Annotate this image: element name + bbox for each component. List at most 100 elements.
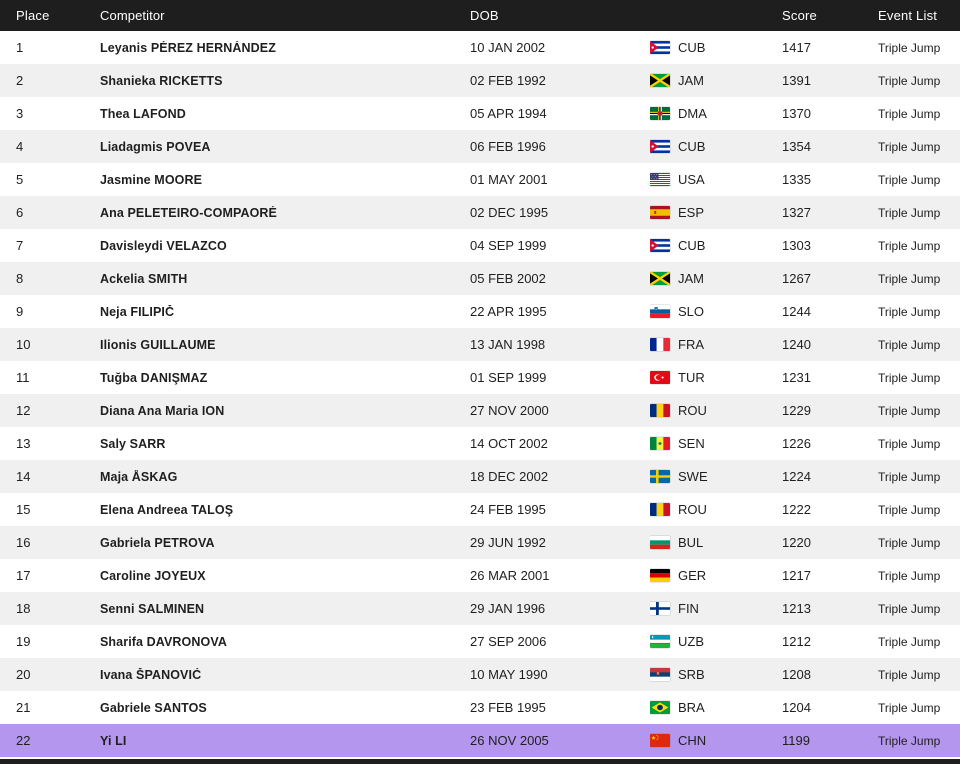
score-cell: 1327 bbox=[782, 205, 878, 220]
table-row[interactable]: 14 Maja ÅSKAG 18 DEC 2002 SWE 1224 Tripl… bbox=[0, 460, 960, 493]
event-cell: Triple Jump bbox=[878, 371, 960, 385]
competitor-name: Maja ÅSKAG bbox=[100, 470, 470, 484]
table-row[interactable]: 9 Neja FILIPIČ 22 APR 1995 SLO 1244 Trip… bbox=[0, 295, 960, 328]
table-row[interactable]: 3 Thea LAFOND 05 APR 1994 DMA 1370 Tripl… bbox=[0, 97, 960, 130]
table-row[interactable]: 5 Jasmine MOORE 01 MAY 2001 USA 1335 Tri… bbox=[0, 163, 960, 196]
score-cell: 1213 bbox=[782, 601, 878, 616]
flag-icon-chn bbox=[650, 734, 670, 747]
score-cell: 1417 bbox=[782, 40, 878, 55]
place-cell: 7 bbox=[0, 238, 100, 253]
flag-icon-cub bbox=[650, 41, 670, 54]
country-code: GER bbox=[678, 568, 706, 583]
score-cell: 1335 bbox=[782, 172, 878, 187]
place-cell: 8 bbox=[0, 271, 100, 286]
place-cell: 3 bbox=[0, 106, 100, 121]
table-row[interactable]: 21 Gabriele SANTOS 23 FEB 1995 BRA 1204 … bbox=[0, 691, 960, 724]
place-cell: 22 bbox=[0, 733, 100, 748]
table-row[interactable]: 18 Senni SALMINEN 29 JAN 1996 FIN 1213 T… bbox=[0, 592, 960, 625]
dob-cell: 26 NOV 2005 bbox=[470, 733, 650, 748]
table-row[interactable]: 10 Ilionis GUILLAUME 13 JAN 1998 FRA 124… bbox=[0, 328, 960, 361]
dob-cell: 27 SEP 2006 bbox=[470, 634, 650, 649]
score-cell: 1354 bbox=[782, 139, 878, 154]
event-cell: Triple Jump bbox=[878, 602, 960, 616]
country-cell: FRA bbox=[650, 337, 782, 352]
table-row[interactable]: 1 Leyanis PÉREZ HERNÁNDEZ 10 JAN 2002 CU… bbox=[0, 31, 960, 64]
table-body: 1 Leyanis PÉREZ HERNÁNDEZ 10 JAN 2002 CU… bbox=[0, 31, 960, 757]
place-cell: 10 bbox=[0, 337, 100, 352]
dob-cell: 02 DEC 1995 bbox=[470, 205, 650, 220]
country-cell: BUL bbox=[650, 535, 782, 550]
place-cell: 15 bbox=[0, 502, 100, 517]
dob-cell: 05 APR 1994 bbox=[470, 106, 650, 121]
column-header-score: Score bbox=[782, 8, 878, 23]
flag-icon-uzb bbox=[650, 635, 670, 648]
flag-icon-ger bbox=[650, 569, 670, 582]
flag-icon-rou bbox=[650, 404, 670, 417]
place-cell: 16 bbox=[0, 535, 100, 550]
score-cell: 1240 bbox=[782, 337, 878, 352]
competitor-name: Tuğba DANIŞMAZ bbox=[100, 371, 470, 385]
country-code: BRA bbox=[678, 700, 705, 715]
table-row[interactable]: 12 Diana Ana Maria ION 27 NOV 2000 ROU 1… bbox=[0, 394, 960, 427]
table-row[interactable]: 6 Ana PELETEIRO-COMPAORÉ 02 DEC 1995 ESP… bbox=[0, 196, 960, 229]
country-cell: ROU bbox=[650, 403, 782, 418]
dob-cell: 27 NOV 2000 bbox=[470, 403, 650, 418]
country-code: CUB bbox=[678, 238, 705, 253]
country-code: UZB bbox=[678, 634, 704, 649]
flag-icon-bra bbox=[650, 701, 670, 714]
event-cell: Triple Jump bbox=[878, 635, 960, 649]
score-cell: 1391 bbox=[782, 73, 878, 88]
country-code: FIN bbox=[678, 601, 699, 616]
country-cell: ESP bbox=[650, 205, 782, 220]
place-cell: 9 bbox=[0, 304, 100, 319]
table-row[interactable]: 8 Ackelia SMITH 05 FEB 2002 JAM 1267 Tri… bbox=[0, 262, 960, 295]
table-row[interactable]: 19 Sharifa DAVRONOVA 27 SEP 2006 UZB 121… bbox=[0, 625, 960, 658]
table-row[interactable]: 20 Ivana ŠPANOVIĆ 10 MAY 1990 SRB 1208 T… bbox=[0, 658, 960, 691]
flag-icon-tur bbox=[650, 371, 670, 384]
score-cell: 1204 bbox=[782, 700, 878, 715]
country-cell: FIN bbox=[650, 601, 782, 616]
competitor-name: Elena Andreea TALOŞ bbox=[100, 503, 470, 517]
event-cell: Triple Jump bbox=[878, 404, 960, 418]
place-cell: 5 bbox=[0, 172, 100, 187]
flag-icon-cub bbox=[650, 140, 670, 153]
event-cell: Triple Jump bbox=[878, 338, 960, 352]
competitor-name: Jasmine MOORE bbox=[100, 173, 470, 187]
table-row[interactable]: 16 Gabriela PETROVA 29 JUN 1992 BUL 1220… bbox=[0, 526, 960, 559]
dob-cell: 01 SEP 1999 bbox=[470, 370, 650, 385]
table-row[interactable]: 11 Tuğba DANIŞMAZ 01 SEP 1999 TUR 1231 T… bbox=[0, 361, 960, 394]
event-cell: Triple Jump bbox=[878, 569, 960, 583]
table-row[interactable]: 17 Caroline JOYEUX 26 MAR 2001 GER 1217 … bbox=[0, 559, 960, 592]
country-code: USA bbox=[678, 172, 705, 187]
table-row[interactable]: 13 Saly SARR 14 OCT 2002 SEN 1226 Triple… bbox=[0, 427, 960, 460]
place-cell: 11 bbox=[0, 370, 100, 385]
flag-icon-usa bbox=[650, 173, 670, 186]
place-cell: 1 bbox=[0, 40, 100, 55]
table-header: Place Competitor DOB Score Event List bbox=[0, 0, 960, 31]
rankings-table: Place Competitor DOB Score Event List 1 … bbox=[0, 0, 960, 764]
competitor-name: Ivana ŠPANOVIĆ bbox=[100, 668, 470, 682]
score-cell: 1217 bbox=[782, 568, 878, 583]
dob-cell: 29 JAN 1996 bbox=[470, 601, 650, 616]
flag-icon-esp bbox=[650, 206, 670, 219]
table-row[interactable]: 2 Shanieka RICKETTS 02 FEB 1992 JAM 1391… bbox=[0, 64, 960, 97]
country-cell: ROU bbox=[650, 502, 782, 517]
dob-cell: 04 SEP 1999 bbox=[470, 238, 650, 253]
event-cell: Triple Jump bbox=[878, 206, 960, 220]
country-code: DMA bbox=[678, 106, 707, 121]
country-cell: JAM bbox=[650, 271, 782, 286]
country-code: TUR bbox=[678, 370, 705, 385]
score-cell: 1220 bbox=[782, 535, 878, 550]
score-cell: 1208 bbox=[782, 667, 878, 682]
score-cell: 1226 bbox=[782, 436, 878, 451]
table-row[interactable]: 15 Elena Andreea TALOŞ 24 FEB 1995 ROU 1… bbox=[0, 493, 960, 526]
dob-cell: 29 JUN 1992 bbox=[470, 535, 650, 550]
table-row[interactable]: 4 Liadagmis POVEA 06 FEB 1996 CUB 1354 T… bbox=[0, 130, 960, 163]
event-cell: Triple Jump bbox=[878, 437, 960, 451]
country-cell: CUB bbox=[650, 139, 782, 154]
flag-icon-jam bbox=[650, 272, 670, 285]
table-row[interactable]: 22 Yi LI 26 NOV 2005 CHN 1199 Triple Jum… bbox=[0, 724, 960, 757]
event-cell: Triple Jump bbox=[878, 503, 960, 517]
flag-icon-srb bbox=[650, 668, 670, 681]
table-row[interactable]: 7 Davisleydi VELAZCO 04 SEP 1999 CUB 130… bbox=[0, 229, 960, 262]
